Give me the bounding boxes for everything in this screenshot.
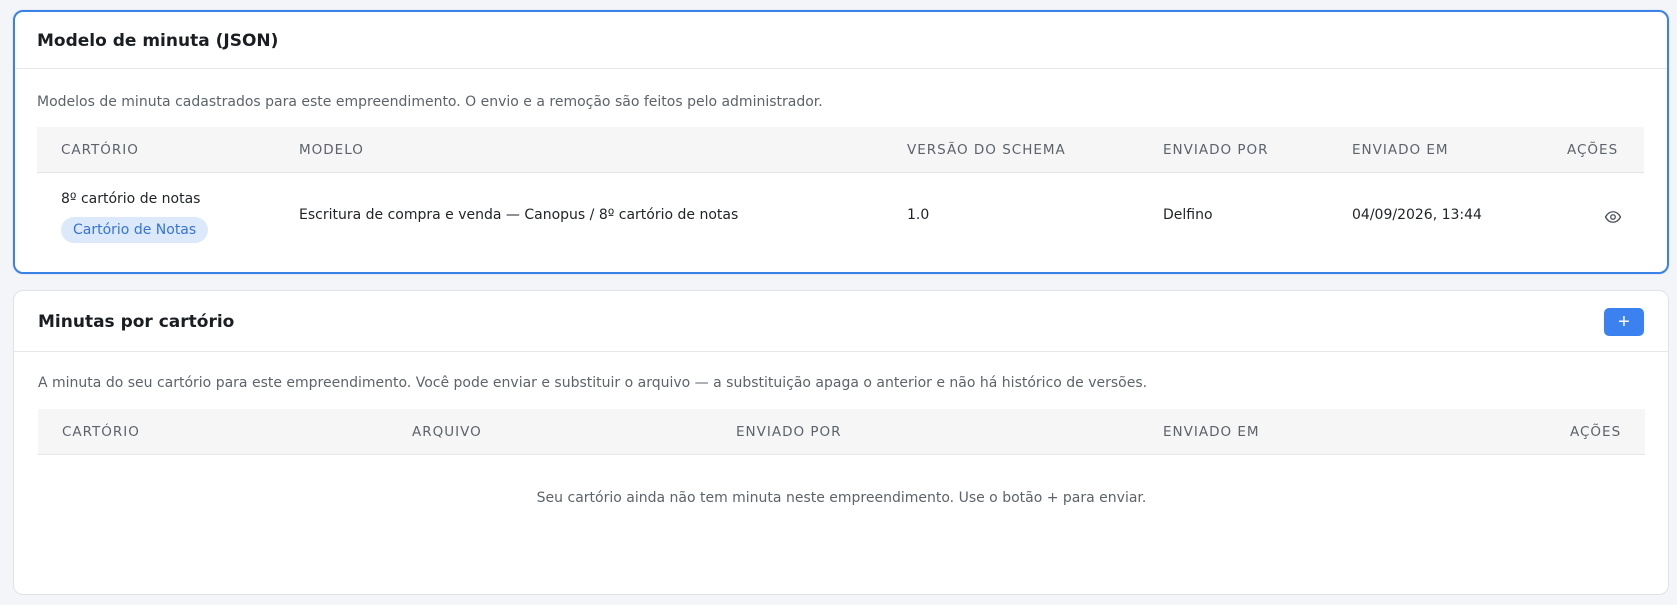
card-description: Modelos de minuta cadastrados para este …: [37, 94, 823, 110]
card-header: Modelo de minuta (JSON): [15, 12, 1667, 69]
col-acoes: AÇÕES: [1567, 142, 1619, 158]
cell-cartorio: 8º cartório de notas: [61, 191, 201, 207]
col-enviado-em: ENVIADO EM: [1352, 142, 1449, 158]
table-header: CARTÓRIO MODELO VERSÃO DO SCHEMA ENVIADO…: [37, 127, 1644, 173]
col-modelo: MODELO: [299, 142, 364, 158]
eye-icon[interactable]: [1604, 208, 1622, 226]
minuta-model-card: Modelo de minuta (JSON) Modelos de minut…: [13, 10, 1669, 274]
cartorio-type-badge: Cartório de Notas: [61, 217, 209, 243]
col-cartorio: CARTÓRIO: [62, 424, 140, 440]
col-cartorio: CARTÓRIO: [61, 142, 139, 158]
col-enviado-por: ENVIADO POR: [736, 424, 842, 440]
add-minuta-button[interactable]: +: [1604, 308, 1644, 336]
cell-modelo: Escritura de compra e venda — Canopus / …: [299, 207, 739, 223]
col-arquivo: ARQUIVO: [412, 424, 482, 440]
cell-enviado-em: 04/09/2026, 13:44: [1352, 207, 1482, 223]
table-row: 8º cartório de notas Cartório de Notas E…: [37, 173, 1644, 261]
minutas-table: CARTÓRIO ARQUIVO ENVIADO POR ENVIADO EM …: [38, 409, 1645, 506]
model-table: CARTÓRIO MODELO VERSÃO DO SCHEMA ENVIADO…: [37, 127, 1644, 261]
col-versao: VERSÃO DO SCHEMA: [907, 142, 1066, 158]
col-enviado-por: ENVIADO POR: [1163, 142, 1269, 158]
minutas-por-cartorio-card: Minutas por cartório + A minuta do seu c…: [13, 290, 1669, 595]
card-description: A minuta do seu cartório para este empre…: [38, 375, 1148, 391]
table-header: CARTÓRIO ARQUIVO ENVIADO POR ENVIADO EM …: [38, 409, 1645, 455]
card-header: Minutas por cartório +: [14, 291, 1668, 352]
card-title: Modelo de minuta (JSON): [37, 31, 279, 51]
cell-enviado-por: Delfino: [1163, 207, 1213, 223]
empty-state-message: Seu cartório ainda não tem minuta neste …: [536, 490, 1147, 506]
card-title: Minutas por cartório: [38, 312, 235, 332]
col-acoes: AÇÕES: [1570, 424, 1622, 440]
col-enviado-em: ENVIADO EM: [1163, 424, 1260, 440]
cell-versao: 1.0: [907, 207, 930, 223]
